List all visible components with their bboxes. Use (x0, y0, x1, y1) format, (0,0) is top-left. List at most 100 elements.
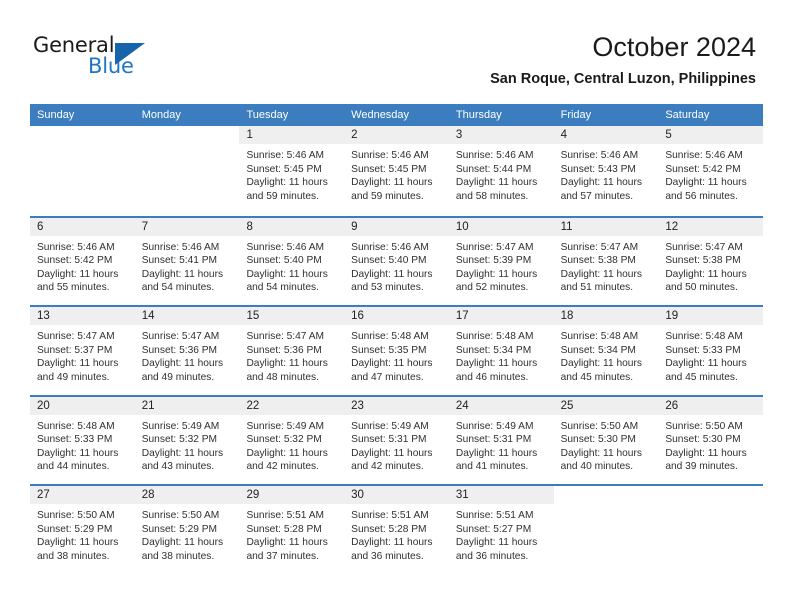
day-cell[interactable]: 1 Sunrise: 5:46 AM Sunset: 5:45 PM Daylight… (239, 126, 345, 216)
weekday-header-row: Sunday Monday Tuesday Wednesday Thursday Frid… (30, 104, 763, 126)
day-daylight1-text: Daylight: 11 hours (246, 358, 328, 370)
day-cell[interactable]: 30 Sunrise: 5:51 AM Sunset: 5:28 PM Dayligh… (344, 486, 449, 574)
day-cell[interactable]: 11 Sunrise: 5:47 AM Sunset: 5:38 PM Dayligh… (553, 217, 659, 305)
day-sunset-text: Sunset: 5:29 PM (37, 523, 113, 535)
day-sunset-text: Sunset: 5:30 PM (560, 434, 636, 446)
day-sunset-text: Sunset: 5:31 PM (351, 434, 427, 446)
day-sunset-text: Sunset: 5:34 PM (455, 344, 532, 356)
day-number-band: 11 (553, 217, 659, 236)
day-sunset-text: Sunset: 5:28 PM (246, 523, 322, 535)
day-daylight2-text: and 46 minutes. (455, 371, 529, 383)
day-daylight2-text: and 58 minutes. (455, 190, 529, 202)
day-sunrise-text: Sunrise: 5:46 AM (246, 241, 325, 253)
day-cell[interactable]: 22 Sunrise: 5:49 AM Sunset: 5:32 PM Dayligh… (239, 396, 345, 484)
day-cell[interactable]: 16 Sunrise: 5:48 AM Sunset: 5:35 PM Dayligh… (344, 307, 449, 395)
day-details: Sunrise: 5:49 AM Sunset: 5:32 PM Daylight:… (135, 415, 240, 474)
day-details: Sunrise: 5:47 AM Sunset: 5:36 PM Daylight:… (135, 325, 240, 384)
day-details: Sunrise: 5:48 AM Sunset: 5:34 PM Daylight:… (554, 325, 659, 384)
day-number-band: 13 (30, 307, 135, 325)
day-cell[interactable]: 3 Sunrise: 5:46 AM Sunset: 5:44 PM Daylight… (448, 126, 554, 216)
calendar-weeks: 1 Sunrise: 5:46 AM Sunset: 5:45 PM Daylight… (30, 126, 764, 574)
day-cell[interactable]: 28 Sunrise: 5:50 AM Sunset: 5:29 PM Dayligh… (134, 486, 240, 574)
day-sunset-text: Sunset: 5:40 PM (246, 255, 322, 267)
weekday-header-wednesday: Wednesday (351, 109, 410, 121)
day-details: Sunrise: 5:46 AM Sunset: 5:41 PM Daylight:… (135, 236, 240, 295)
day-daylight1-text: Daylight: 11 hours (37, 268, 119, 280)
day-number-band: 21 (134, 396, 240, 415)
day-daylight2-text: and 41 minutes. (455, 461, 529, 473)
day-number-band: 10 (448, 217, 554, 236)
brand-logo[interactable]: General Blue (33, 33, 163, 81)
day-cell[interactable]: 21 Sunrise: 5:49 AM Sunset: 5:32 PM Dayligh… (134, 396, 240, 484)
day-cell[interactable]: 24 Sunrise: 5:49 AM Sunset: 5:31 PM Dayligh… (448, 396, 554, 484)
day-number-band: 15 (239, 307, 345, 325)
day-sunrise-text: Sunrise: 5:49 AM (351, 420, 429, 432)
day-cell[interactable]: 14 Sunrise: 5:47 AM Sunset: 5:36 PM Dayligh… (134, 307, 240, 395)
day-daylight1-text: Daylight: 11 hours (141, 268, 224, 280)
day-number-band: 20 (30, 396, 135, 415)
day-cell[interactable]: 13 Sunrise: 5:47 AM Sunset: 5:37 PM Dayligh… (30, 307, 135, 395)
day-daylight1-text: Daylight: 11 hours (560, 358, 642, 370)
day-cell[interactable]: 15 Sunrise: 5:47 AM Sunset: 5:36 PM Dayligh… (239, 307, 345, 395)
day-sunrise-text: Sunrise: 5:46 AM (665, 150, 743, 161)
day-daylight2-text: and 43 minutes. (141, 461, 215, 473)
day-cell[interactable]: 17 Sunrise: 5:48 AM Sunset: 5:34 PM Dayligh… (448, 307, 554, 395)
day-number: 25 (560, 399, 574, 412)
calendar-page: General Blue October 2024 San Roque, Cen… (0, 0, 792, 612)
day-details: Sunrise: 5:47 AM Sunset: 5:39 PM Daylight:… (449, 236, 554, 295)
day-details: Sunrise: 5:47 AM Sunset: 5:37 PM Daylight:… (30, 325, 135, 384)
day-cell[interactable]: 6 Sunrise: 5:46 AM Sunset: 5:42 PM Daylight… (30, 217, 135, 305)
day-number: 13 (37, 310, 50, 322)
day-daylight1-text: Daylight: 11 hours (665, 447, 747, 459)
location-subtitle: San Roque, Central Luzon, Philippines (490, 71, 756, 87)
day-cell[interactable]: 25 Sunrise: 5:50 AM Sunset: 5:30 PM Dayligh… (553, 396, 659, 484)
day-daylight1-text: Daylight: 11 hours (560, 447, 642, 459)
day-sunrise-text: Sunrise: 5:50 AM (37, 510, 115, 521)
day-cell[interactable]: 9 Sunrise: 5:46 AM Sunset: 5:40 PM Daylight… (344, 217, 449, 305)
day-details: Sunrise: 5:46 AM Sunset: 5:45 PM Daylight:… (344, 144, 449, 203)
day-sunrise-text: Sunrise: 5:49 AM (246, 420, 325, 432)
day-cell[interactable]: 19 Sunrise: 5:48 AM Sunset: 5:33 PM Dayligh… (658, 307, 764, 395)
day-daylight1-text: Daylight: 11 hours (455, 177, 538, 189)
day-cell[interactable]: 18 Sunrise: 5:48 AM Sunset: 5:34 PM Dayligh… (553, 307, 659, 395)
day-cell[interactable]: 7 Sunrise: 5:46 AM Sunset: 5:41 PM Daylight… (134, 217, 240, 305)
day-cell[interactable]: 26 Sunrise: 5:50 AM Sunset: 5:30 PM Dayligh… (658, 396, 764, 484)
day-number-band: 23 (344, 396, 449, 415)
day-number: 12 (665, 220, 679, 233)
day-number-band (134, 126, 240, 144)
day-cell[interactable]: 23 Sunrise: 5:49 AM Sunset: 5:31 PM Dayligh… (344, 396, 449, 484)
day-sunrise-text: Sunrise: 5:47 AM (560, 241, 639, 253)
day-cell[interactable]: 20 Sunrise: 5:48 AM Sunset: 5:33 PM Dayligh… (30, 396, 135, 484)
day-details: Sunrise: 5:51 AM Sunset: 5:28 PM Daylight:… (239, 504, 344, 563)
day-daylight1-text: Daylight: 11 hours (141, 447, 224, 459)
day-cell[interactable]: 29 Sunrise: 5:51 AM Sunset: 5:28 PM Dayligh… (239, 486, 345, 574)
day-daylight2-text: and 44 minutes. (37, 461, 110, 473)
calendar-grid: Sunday Monday Tuesday Wednesday Thursday Frid… (30, 104, 764, 574)
day-cell[interactable]: 8 Sunrise: 5:46 AM Sunset: 5:40 PM Daylight… (239, 217, 345, 305)
day-number: 19 (665, 310, 679, 322)
day-cell[interactable]: 5 Sunrise: 5:46 AM Sunset: 5:42 PM Daylight… (658, 126, 764, 216)
day-daylight1-text: Daylight: 11 hours (351, 358, 433, 370)
day-details: Sunrise: 5:48 AM Sunset: 5:33 PM Daylight:… (30, 415, 135, 474)
day-details: Sunrise: 5:48 AM Sunset: 5:35 PM Daylight:… (344, 325, 449, 384)
day-daylight1-text: Daylight: 11 hours (665, 268, 747, 280)
day-sunset-text: Sunset: 5:36 PM (141, 344, 218, 356)
day-cell[interactable]: 2 Sunrise: 5:46 AM Sunset: 5:45 PM Daylight… (344, 126, 449, 216)
day-cell[interactable]: 12 Sunrise: 5:47 AM Sunset: 5:38 PM Dayligh… (658, 217, 764, 305)
day-number: 9 (351, 220, 358, 233)
weekday-header-tuesday: Tuesday (246, 109, 289, 121)
weekday-header-friday: Friday (560, 109, 592, 121)
day-cell[interactable]: 4 Sunrise: 5:46 AM Sunset: 5:43 PM Daylight… (553, 126, 659, 216)
day-number: 29 (246, 489, 260, 501)
day-number: 20 (37, 399, 50, 412)
day-cell[interactable]: 31 Sunrise: 5:51 AM Sunset: 5:27 PM Dayligh… (448, 486, 554, 574)
day-number-band: 5 (658, 126, 764, 144)
day-number: 15 (246, 310, 260, 322)
day-sunrise-text: Sunrise: 5:48 AM (560, 331, 639, 342)
day-cell[interactable]: 10 Sunrise: 5:47 AM Sunset: 5:39 PM Dayligh… (448, 217, 554, 305)
day-details: Sunrise: 5:46 AM Sunset: 5:40 PM Daylight:… (239, 236, 344, 295)
day-cell[interactable]: 27 Sunrise: 5:50 AM Sunset: 5:29 PM Dayligh… (30, 486, 135, 574)
day-daylight2-text: and 54 minutes. (141, 282, 215, 294)
day-number-band: 6 (30, 217, 135, 236)
day-sunrise-text: Sunrise: 5:49 AM (141, 420, 220, 432)
